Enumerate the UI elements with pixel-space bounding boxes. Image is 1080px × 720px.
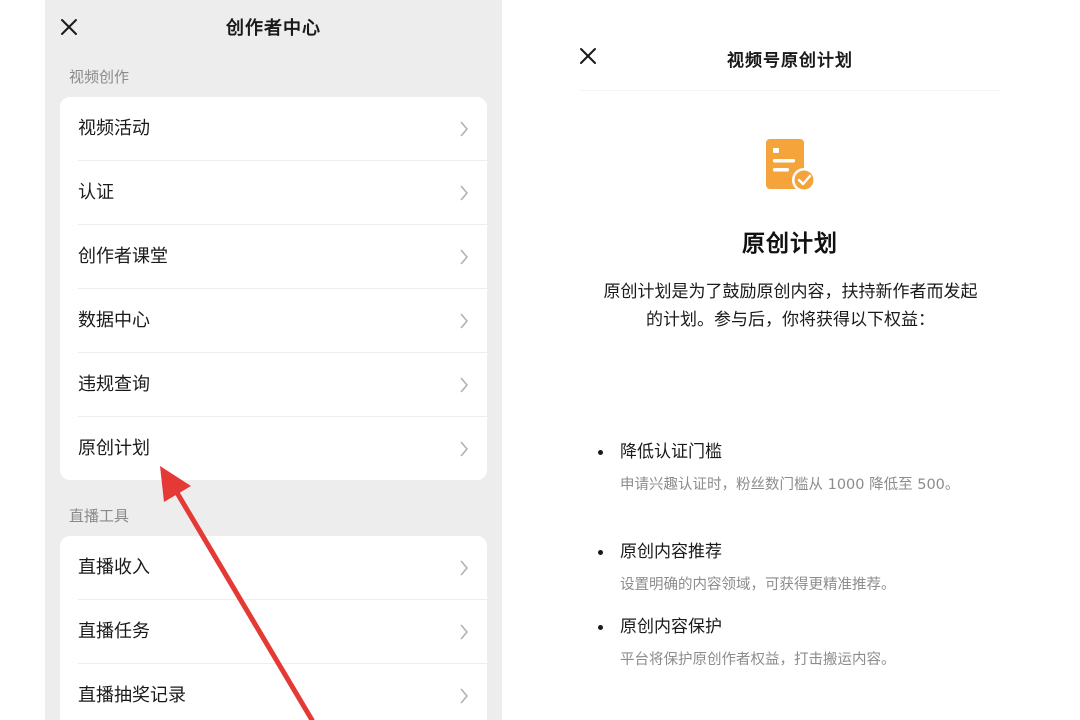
menu-item-label: 违规查询: [78, 374, 150, 395]
menu-item-label: 创作者课堂: [78, 246, 168, 267]
benefit-desc: 平台将保护原创作者权益，打击搬运内容。: [620, 652, 896, 668]
menu-item-label: 认证: [78, 182, 114, 203]
bullet-icon: [598, 625, 603, 630]
benefit-title: 原创内容推荐: [620, 542, 722, 562]
bullet-icon: [598, 550, 603, 555]
chevron-right-icon: [460, 377, 469, 393]
chevron-right-icon: [460, 185, 469, 201]
menu-item-creator-classroom[interactable]: 创作者课堂: [60, 225, 487, 289]
benefit-title: 原创内容保护: [620, 617, 722, 637]
menu-item-label: 直播任务: [78, 621, 150, 642]
menu-item-live-income[interactable]: 直播收入: [60, 536, 487, 600]
benefit-title: 降低认证门槛: [620, 442, 722, 462]
bullet-icon: [598, 450, 603, 455]
chevron-right-icon: [460, 560, 469, 576]
document-check-icon: [766, 139, 816, 192]
menu-item-live-tasks[interactable]: 直播任务: [60, 600, 487, 664]
chevron-right-icon: [460, 688, 469, 704]
menu-item-video-activity[interactable]: 视频活动: [60, 97, 487, 161]
menu-item-certification[interactable]: 认证: [60, 161, 487, 225]
benefit-desc: 申请兴趣认证时，粉丝数门槛从 1000 降低至 500。: [620, 477, 960, 493]
chevron-right-icon: [460, 441, 469, 457]
menu-item-data-center[interactable]: 数据中心: [60, 289, 487, 353]
plan-heading: 原创计划: [742, 231, 838, 257]
menu-item-label: 直播抽奖记录: [78, 685, 186, 706]
video-creation-card: 视频活动 认证 创作者课堂 数据中心 违规查询 原创计划: [60, 97, 487, 480]
header-divider: [580, 90, 1000, 91]
page-title: 创作者中心: [226, 18, 321, 39]
live-tools-card: 直播收入 直播任务 直播抽奖记录: [60, 536, 487, 720]
menu-item-label: 直播收入: [78, 557, 150, 578]
chevron-right-icon: [460, 249, 469, 265]
menu-item-label: 数据中心: [78, 310, 150, 331]
menu-item-original-plan[interactable]: 原创计划: [60, 417, 487, 480]
menu-item-violation-query[interactable]: 违规查询: [60, 353, 487, 417]
plan-description: 原创计划是为了鼓励原创内容，扶持新作者而发起的计划。参与后，你将获得以下权益：: [603, 282, 978, 330]
menu-item-label: 原创计划: [78, 438, 150, 459]
page-title: 视频号原创计划: [727, 51, 853, 71]
creator-center-panel: 创作者中心 视频创作 视频活动 认证 创作者课堂 数据中心 违规查询 原创计划 …: [45, 0, 502, 720]
section-label-live-tools: 直播工具: [69, 507, 130, 525]
left-header: 创作者中心: [45, 0, 502, 52]
menu-item-label: 视频活动: [78, 118, 150, 139]
chevron-right-icon: [460, 624, 469, 640]
chevron-right-icon: [460, 313, 469, 329]
benefit-desc: 设置明确的内容领域，可获得更精准推荐。: [620, 577, 896, 593]
section-label-video-creation: 视频创作: [69, 68, 130, 86]
chevron-right-icon: [460, 121, 469, 137]
menu-item-live-lottery-records[interactable]: 直播抽奖记录: [60, 664, 487, 720]
original-plan-panel: 视频号原创计划 原创计划 原创计划是为了鼓励原创内容，扶持新作者而发起的计划。参…: [540, 0, 1040, 720]
